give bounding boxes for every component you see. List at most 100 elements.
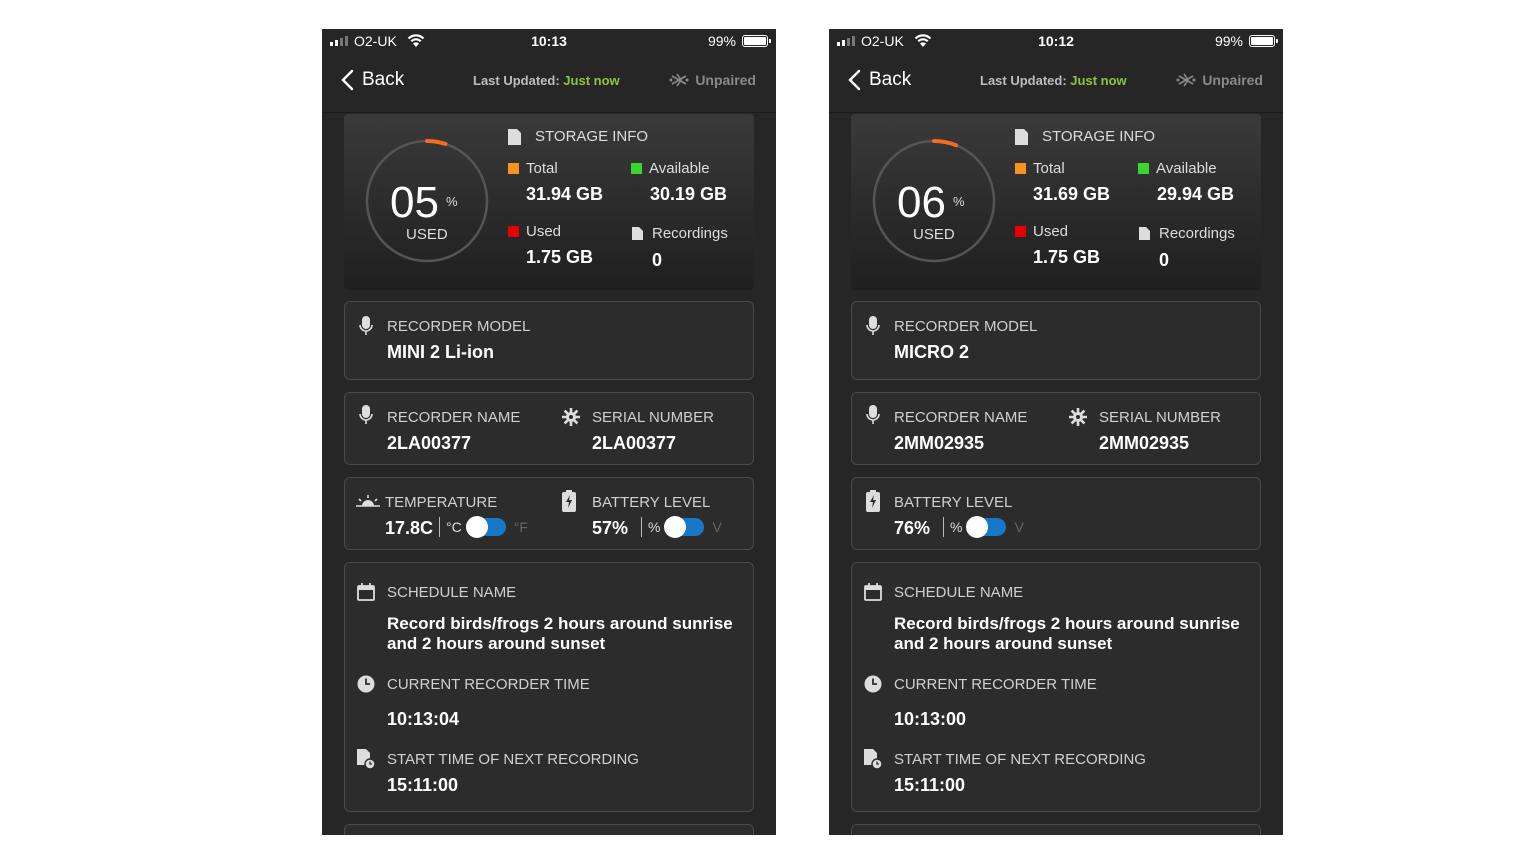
- battery-charging-icon: [866, 490, 880, 512]
- used-value: 1.75 GB: [1033, 247, 1101, 267]
- schedule-name-label: SCHEDULE NAME: [894, 584, 1024, 601]
- recorder-model-label: RECORDER MODEL: [387, 318, 531, 335]
- celsius-label: °C: [446, 519, 462, 535]
- recorder-model-card: RECORDER MODEL MICRO 2: [851, 301, 1261, 380]
- battery-level-label: BATTERY LEVEL: [592, 494, 711, 511]
- used-percent-label: USED: [913, 226, 955, 243]
- battery-level-value: 76%: [894, 518, 931, 538]
- sunrise-icon: [356, 495, 380, 507]
- last-updated-value: Just now: [1070, 73, 1127, 88]
- schedule-name-line2: and 2 hours around sunset: [387, 634, 606, 653]
- recordings-label-text: Recordings: [652, 225, 728, 242]
- sd-card-icon: [1015, 128, 1028, 145]
- file-icon: [632, 227, 643, 240]
- back-button[interactable]: Back: [340, 69, 404, 91]
- phone-screen-micro2: O2-UK 10:12 99% Back Last Updated: Just …: [829, 29, 1283, 835]
- file-icon: [1139, 227, 1150, 240]
- microphone-icon: [866, 405, 880, 424]
- file-clock-icon: [864, 749, 882, 769]
- used-percent-unit: %: [953, 194, 965, 209]
- divider: [943, 517, 944, 537]
- percent-label: %: [648, 519, 661, 535]
- schedule-name-line1: Record birds/frogs 2 hours around sunris…: [894, 614, 1240, 633]
- used-label: Used: [1015, 223, 1068, 240]
- back-button[interactable]: Back: [847, 69, 911, 91]
- schedule-name-line1: Record birds/frogs 2 hours around sunris…: [387, 614, 733, 633]
- temperature-value: 17.8C: [385, 518, 434, 538]
- temperature-unit-toggle[interactable]: [465, 516, 506, 538]
- total-legend-swatch: [508, 163, 519, 174]
- battery-unit-switch: % V: [937, 516, 1024, 538]
- percent-label: %: [950, 519, 963, 535]
- next-recording-value: 15:11:00: [894, 775, 966, 795]
- used-percent-unit: %: [446, 194, 458, 209]
- next-card-partial: [851, 824, 1261, 835]
- storage-info-panel: 06 % USED STORAGE INFO Total 31.69 GB Av…: [851, 114, 1261, 290]
- available-legend-swatch: [1138, 163, 1149, 174]
- available-legend-swatch: [631, 163, 642, 174]
- storage-info-header: STORAGE INFO: [508, 128, 648, 145]
- fahrenheit-label: °F: [513, 519, 528, 535]
- used-label-text: Used: [526, 223, 562, 240]
- battery-unit-toggle[interactable]: [966, 516, 1007, 538]
- used-percent-value: 06: [897, 178, 946, 227]
- status-bar: O2-UK 10:13 99%: [322, 29, 776, 53]
- pair-status-button[interactable]: Unpaired: [669, 72, 756, 88]
- battery-level-label: BATTERY LEVEL: [894, 494, 1013, 511]
- temperature-battery-card: TEMPERATURE 17.8C °C °F BATTERY LEVEL 57…: [344, 477, 754, 550]
- pair-status-button[interactable]: Unpaired: [1176, 72, 1263, 88]
- total-label-text: Total: [1033, 160, 1065, 177]
- battery-charging-icon: [562, 490, 576, 512]
- calendar-icon: [864, 583, 882, 601]
- divider: [641, 517, 642, 537]
- used-value: 1.75 GB: [526, 247, 594, 267]
- recorder-name-card: RECORDER NAME 2MM02935 SERIAL NUMBER 2MM…: [851, 392, 1261, 465]
- serial-number-value: 2MM02935: [1099, 433, 1190, 453]
- total-legend-swatch: [1015, 163, 1026, 174]
- storage-info-title: STORAGE INFO: [535, 128, 649, 145]
- battery-icon: [742, 35, 771, 47]
- clock-icon: [357, 675, 375, 693]
- last-updated: Last Updated: Just now: [473, 73, 620, 88]
- next-card-partial: [344, 824, 754, 835]
- battery-unit-toggle[interactable]: [664, 516, 705, 538]
- volts-label: V: [712, 519, 722, 535]
- bluetooth-off-icon: [1176, 73, 1196, 87]
- available-label-text: Available: [1156, 160, 1217, 177]
- recordings-label: Recordings: [632, 225, 728, 242]
- microphone-icon: [359, 405, 373, 424]
- last-updated-label: Last Updated:: [473, 73, 560, 88]
- current-time-value: 10:13:00: [894, 709, 967, 729]
- recorder-model-value: MICRO 2: [894, 342, 970, 362]
- serial-number-label: SERIAL NUMBER: [1099, 409, 1221, 426]
- last-updated: Last Updated: Just now: [980, 73, 1127, 88]
- toggle-knob: [465, 516, 488, 538]
- recorder-model-card: RECORDER MODEL MINI 2 Li-ion: [344, 301, 754, 380]
- temperature-label: TEMPERATURE: [385, 494, 498, 511]
- total-label: Total: [508, 160, 558, 177]
- chevron-left-icon: [341, 69, 354, 91]
- total-value: 31.94 GB: [526, 184, 604, 204]
- current-time-value: 10:13:04: [387, 709, 460, 729]
- next-recording-label: START TIME OF NEXT RECORDING: [387, 751, 639, 768]
- chevron-left-icon: [848, 69, 861, 91]
- recorder-name-label: RECORDER NAME: [894, 409, 1028, 426]
- used-legend-swatch: [508, 226, 519, 237]
- battery-percent: 99%: [1214, 33, 1243, 49]
- toggle-knob: [664, 516, 687, 538]
- temperature-unit-switch: °C °F: [433, 516, 528, 538]
- nav-bar: Back Last Updated: Just now Unpaired: [829, 53, 1283, 113]
- used-percent-label: USED: [406, 226, 448, 243]
- battery-icon: [1249, 35, 1278, 47]
- nav-bar: Back Last Updated: Just now Unpaired: [322, 53, 776, 113]
- recorder-model-label: RECORDER MODEL: [894, 318, 1038, 335]
- schedule-name-label: SCHEDULE NAME: [387, 584, 517, 601]
- available-label: Available: [631, 160, 710, 177]
- recordings-label: Recordings: [1139, 225, 1235, 242]
- serial-number-label: SERIAL NUMBER: [592, 409, 714, 426]
- pair-status-label: Unpaired: [1202, 72, 1263, 88]
- phone-screen-mini2: O2-UK 10:13 99% Back Last Updated: Just …: [322, 29, 776, 835]
- recordings-value: 0: [652, 250, 663, 270]
- microphone-icon: [866, 316, 880, 335]
- used-legend-swatch: [1015, 226, 1026, 237]
